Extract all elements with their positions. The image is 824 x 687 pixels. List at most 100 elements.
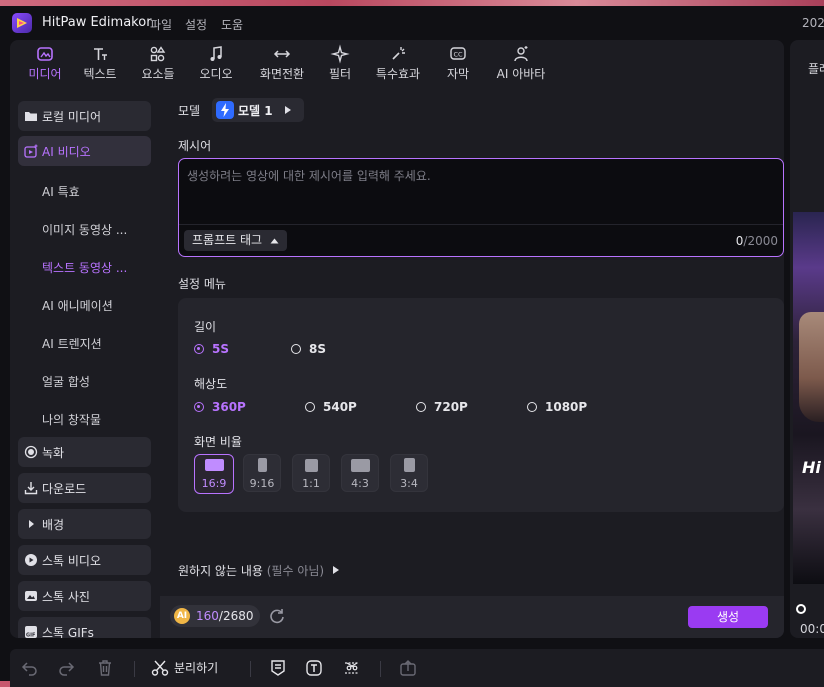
credits-badge: AI 160/2680 bbox=[170, 605, 260, 627]
aspect-option-4-3[interactable]: 4:3 bbox=[341, 454, 379, 492]
sidebar-item-label: 로컬 미디어 bbox=[42, 110, 102, 124]
tab-transition[interactable]: 화면전환 bbox=[252, 44, 312, 82]
tab-subtitle[interactable]: CC 자막 bbox=[440, 44, 476, 82]
tab-elements[interactable]: 요소들 bbox=[136, 44, 180, 82]
folder-icon bbox=[25, 112, 37, 121]
tab-effects[interactable]: 특수효과 bbox=[370, 44, 426, 82]
photo-icon bbox=[25, 591, 37, 601]
sidebar-item-background[interactable]: 배경 bbox=[18, 509, 151, 539]
preview-tab[interactable]: 플레 bbox=[808, 60, 824, 77]
aspect-9-16-icon bbox=[258, 458, 267, 472]
delete-icon[interactable] bbox=[95, 658, 115, 678]
text-box-icon[interactable] bbox=[304, 658, 324, 678]
text-to-video-form: 모델 모델 1 제시어 프롬프트 태그 0/2000 설정 메뉴 길이 5S bbox=[170, 90, 784, 638]
subtitle-icon: CC bbox=[450, 47, 466, 60]
record-icon bbox=[24, 445, 38, 459]
tab-label: 필터 bbox=[328, 67, 352, 81]
sidebar-sub-face-swap[interactable]: 얼굴 합성 bbox=[42, 373, 90, 390]
sidebar-sub-my-creations[interactable]: 나의 창작물 bbox=[42, 411, 101, 428]
tab-label: 특수효과 bbox=[375, 67, 421, 81]
sidebar-item-local-media[interactable]: 로컬 미디어 bbox=[18, 101, 151, 131]
radio-icon bbox=[416, 402, 426, 412]
negative-label: 원하지 않는 내용 bbox=[178, 564, 263, 578]
sidebar-item-stock-photo[interactable]: 스톡 사진 bbox=[18, 581, 151, 611]
elements-icon bbox=[150, 46, 166, 62]
sidebar-item-label: 스톡 사진 bbox=[42, 590, 90, 604]
model-value: 모델 1 bbox=[238, 104, 273, 118]
sidebar-item-label: 다운로드 bbox=[42, 482, 87, 496]
sidebar-sub-text-to-video[interactable]: 텍스트 동영상 ... bbox=[42, 259, 127, 276]
gif-icon: GIF bbox=[25, 626, 37, 638]
download-icon bbox=[24, 482, 38, 495]
model-select[interactable]: 모델 1 bbox=[212, 98, 304, 122]
aspect-option-1-1[interactable]: 1:1 bbox=[292, 454, 330, 492]
radio-icon bbox=[305, 402, 315, 412]
negative-prompt-toggle[interactable]: 원하지 않는 내용 (필수 아님) bbox=[178, 562, 340, 579]
preview-figure bbox=[799, 312, 824, 422]
sidebar-sub-ai-animation[interactable]: AI 애니메이션 bbox=[42, 297, 113, 314]
playhead-handle[interactable] bbox=[796, 604, 806, 614]
prompt-input[interactable] bbox=[185, 165, 779, 225]
clock: 202 bbox=[802, 16, 824, 30]
export-frame-icon[interactable] bbox=[398, 658, 418, 678]
sidebar-item-stock-video[interactable]: 스톡 비디오 bbox=[18, 545, 151, 575]
tab-audio[interactable]: 오디오 bbox=[194, 44, 238, 82]
sidebar-item-download[interactable]: 다운로드 bbox=[18, 473, 151, 503]
sidebar-sub-ai-transition[interactable]: AI 트렌지션 bbox=[42, 335, 102, 352]
menu-file[interactable]: 파일 bbox=[150, 16, 172, 33]
app-logo-icon bbox=[12, 13, 32, 33]
credits-total: /2680 bbox=[218, 609, 254, 623]
radio-selected-icon bbox=[194, 402, 204, 412]
tab-media[interactable]: 미디어 bbox=[20, 44, 70, 82]
generate-button[interactable]: 생성 bbox=[688, 606, 768, 628]
tab-filter[interactable]: 필터 bbox=[322, 44, 358, 82]
tab-label: AI 아바타 bbox=[496, 67, 546, 81]
text-icon bbox=[94, 48, 107, 60]
aspect-label: 1:1 bbox=[302, 477, 320, 490]
prompt-tag-button[interactable]: 프롬프트 태그 bbox=[184, 230, 287, 251]
aspect-option-3-4[interactable]: 3:4 bbox=[390, 454, 428, 492]
title-bar: HitPaw Edimakor 파일 설정 도움 202 bbox=[0, 6, 824, 40]
timeline-toolbar: 분리하기 bbox=[10, 649, 824, 687]
split-button[interactable]: 분리하기 bbox=[174, 659, 218, 676]
preview-panel: 플레 Hi 00:0 bbox=[790, 40, 824, 638]
menu-settings[interactable]: 설정 bbox=[185, 16, 207, 33]
length-label: 길이 bbox=[194, 320, 217, 334]
aspect-option-16-9[interactable]: 16:9 bbox=[194, 454, 234, 494]
app-title: HitPaw Edimakor bbox=[42, 15, 152, 30]
scissors-icon[interactable] bbox=[150, 658, 170, 678]
aspect-option-9-16[interactable]: 9:16 bbox=[243, 454, 281, 492]
redo-icon[interactable] bbox=[56, 658, 76, 678]
caption-icon[interactable] bbox=[268, 658, 288, 678]
transition-icon bbox=[273, 50, 291, 58]
negative-optional-label: (필수 아님) bbox=[266, 564, 325, 578]
sidebar-sub-ai-effects[interactable]: AI 특효 bbox=[42, 183, 80, 200]
aspect-label: 16:9 bbox=[201, 477, 227, 490]
tab-label: 오디오 bbox=[199, 67, 233, 81]
sidebar-item-label: 스톡 비디오 bbox=[42, 554, 102, 568]
effects-icon bbox=[392, 47, 405, 60]
radio-label: 540P bbox=[323, 400, 357, 414]
char-max: /2000 bbox=[743, 234, 778, 248]
sidebar-item-stock-gifs[interactable]: GIF 스톡 GIFs bbox=[18, 617, 151, 638]
app-window: HitPaw Edimakor 파일 설정 도움 202 미디어 텍스트 요소들… bbox=[0, 6, 824, 687]
sidebar-item-ai-video[interactable]: AI 비디오 bbox=[18, 136, 151, 166]
ai-coin-icon: AI bbox=[174, 608, 190, 624]
model-label: 모델 bbox=[178, 104, 201, 118]
radio-label: 5S bbox=[212, 342, 229, 356]
radio-label: 360P bbox=[212, 400, 246, 414]
char-counter: 0/2000 bbox=[736, 234, 778, 248]
sidebar-sub-image-to-video[interactable]: 이미지 동영상 ... bbox=[42, 221, 127, 238]
playback-time: 00:0 bbox=[800, 622, 824, 636]
menu-help[interactable]: 도움 bbox=[221, 16, 243, 33]
sidebar-item-label: 스톡 GIFs bbox=[42, 626, 94, 638]
divider bbox=[179, 224, 783, 225]
split-audio-icon[interactable] bbox=[342, 658, 362, 678]
undo-icon[interactable] bbox=[20, 658, 40, 678]
prompt-box: 프롬프트 태그 0/2000 bbox=[178, 158, 784, 257]
tab-text[interactable]: 텍스트 bbox=[78, 44, 122, 82]
sidebar-item-record[interactable]: 녹화 bbox=[18, 437, 151, 467]
tab-ai-avatar[interactable]: AI 아바타 bbox=[488, 44, 554, 82]
refresh-icon[interactable] bbox=[268, 607, 286, 625]
divider bbox=[380, 661, 381, 677]
